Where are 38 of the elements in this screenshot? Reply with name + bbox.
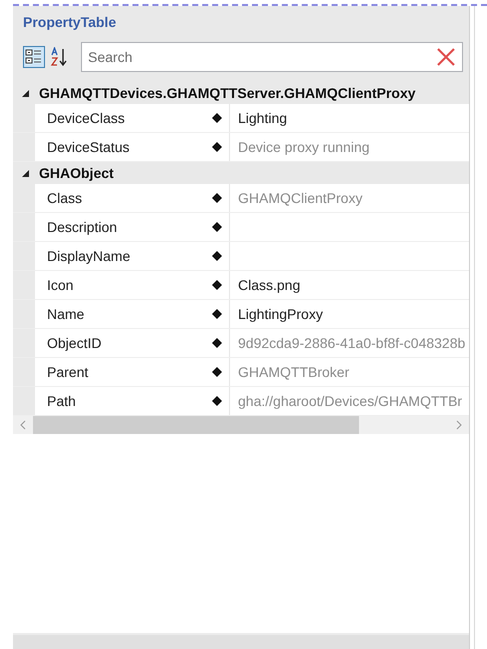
property-value: 9d92cda9-2886-41a0-bf8f-c048328b [238,335,466,351]
diamond-icon [212,222,222,232]
property-name: Name [46,305,86,324]
property-value[interactable]: Lighting [238,110,288,126]
property-value: Device proxy running [238,139,370,155]
diamond-icon [212,113,222,123]
property-name: DisplayName [46,247,132,266]
property-value: GHAMQClientProxy [238,190,362,206]
property-name: Icon [46,276,74,295]
diamond-icon [212,280,222,290]
property-value[interactable]: LightingProxy [238,306,323,322]
diamond-icon [212,309,222,319]
search-field[interactable]: Search [81,42,463,72]
property-name: ObjectID [46,334,102,353]
clear-icon[interactable] [435,46,457,68]
diamond-icon [212,367,222,377]
property-name: DeviceStatus [46,138,130,157]
property-name: Path [46,392,77,411]
property-name: DeviceClass [46,109,126,128]
diamond-icon [212,251,222,261]
diamond-icon [212,396,222,406]
property-value: GHAMQTTBroker [238,364,350,380]
property-name: Description [46,218,118,237]
categorized-button[interactable] [23,46,45,68]
diamond-icon [212,142,222,152]
category-name: GHAObject [39,165,114,181]
property-value: gha://gharoot/Devices/GHAMQTTBr [238,393,462,409]
property-name: Parent [46,363,90,382]
scroll-thumb[interactable] [33,416,359,434]
property-name: Class [46,189,84,208]
collapse-icon[interactable] [21,169,29,177]
category-name: GHAMQTTDevices.GHAMQTTServer.GHAMQClientProxy [39,85,416,101]
property-value[interactable]: Class.png [238,277,300,293]
diamond-icon [212,338,222,348]
diamond-icon [212,193,222,203]
collapse-icon[interactable] [21,89,29,97]
horizontal-scrollbar[interactable] [13,416,469,434]
panel-title: PropertyTable [22,13,118,32]
